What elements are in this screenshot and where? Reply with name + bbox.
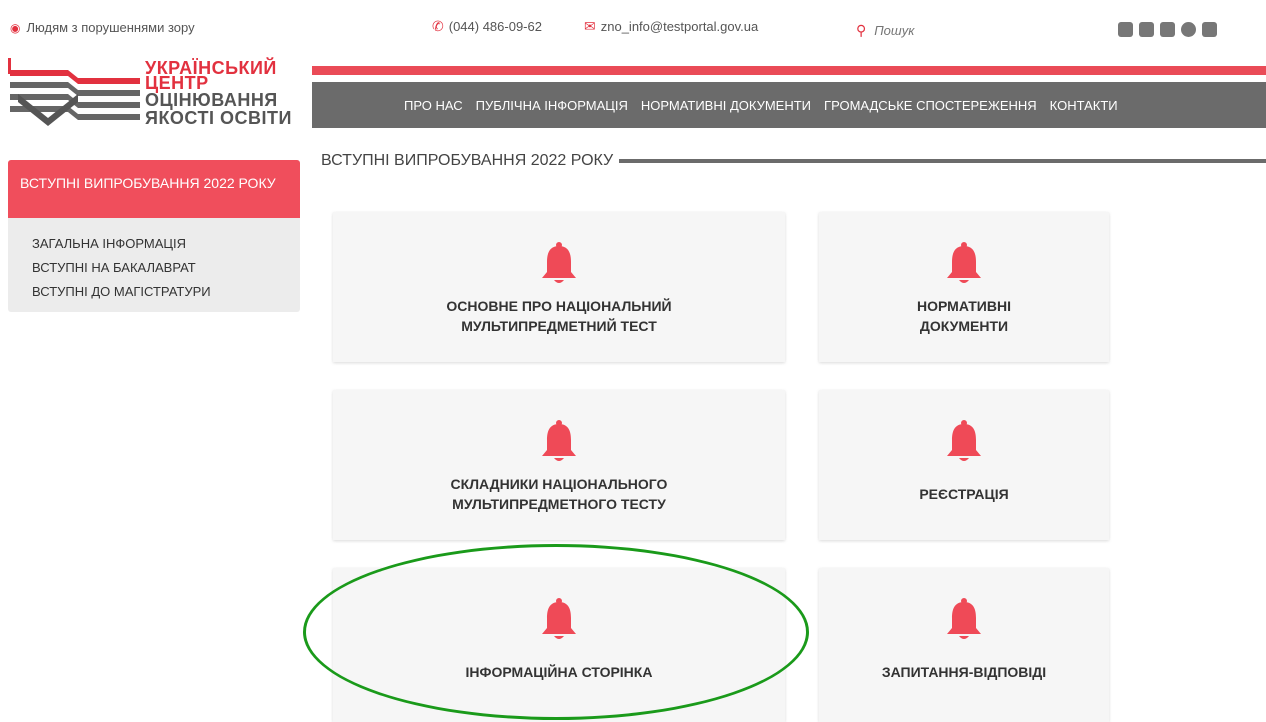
- youtube-icon[interactable]: [1202, 22, 1217, 37]
- sidebar-item-master[interactable]: ВСТУПНІ ДО МАГІСТРАТУРИ: [32, 280, 211, 304]
- nav-item-about[interactable]: ПРО НАС: [404, 98, 463, 113]
- card-label: ОСНОВНЕ ПРО НАЦІОНАЛЬНИЙ МУЛЬТИПРЕДМЕТНИ…: [333, 296, 785, 336]
- top-utility-bar: ◉ Людям з порушеннями зору ✆ (044) 486-0…: [0, 0, 1266, 50]
- facebook-icon[interactable]: [1160, 22, 1175, 37]
- header-accent-bar: [312, 66, 1266, 75]
- phone-number: (044) 486-09-62: [448, 19, 542, 34]
- search-icon[interactable]: ⚲: [856, 22, 866, 39]
- sidebar-item-general-info[interactable]: ЗАГАЛЬНА ІНФОРМАЦІЯ: [32, 232, 211, 256]
- card-info-page[interactable]: ІНФОРМАЦІЙНА СТОРІНКА: [333, 568, 785, 722]
- card-label-line-1: РЕЄСТРАЦІЯ: [919, 486, 1009, 502]
- main-navigation: ПРО НАС ПУБЛІЧНА ІНФОРМАЦІЯ НОРМАТИВНІ Д…: [312, 82, 1266, 128]
- card-regulatory-docs[interactable]: НОРМАТИВНІ ДОКУМЕНТИ: [819, 212, 1109, 362]
- bell-icon: [947, 420, 981, 461]
- card-label: РЕЄСТРАЦІЯ: [819, 484, 1109, 504]
- page-title: ВСТУПНІ ВИПРОБУВАННЯ 2022 РОКУ: [321, 152, 614, 169]
- card-registration[interactable]: РЕЄСТРАЦІЯ: [819, 390, 1109, 540]
- social-links: [1118, 22, 1217, 37]
- card-label: НОРМАТИВНІ ДОКУМЕНТИ: [819, 296, 1109, 336]
- bell-icon: [542, 420, 576, 461]
- card-faq[interactable]: ЗАПИТАННЯ-ВІДПОВІДІ: [819, 568, 1109, 722]
- search-box: ⚲: [856, 19, 1056, 41]
- site-logo[interactable]: УКРАЇНСЬКИЙ ЦЕНТР ОЦІНЮВАННЯ ЯКОСТІ ОСВІ…: [8, 58, 308, 128]
- accessibility-label: Людям з порушеннями зору: [26, 20, 195, 35]
- card-nmt-basics[interactable]: ОСНОВНЕ ПРО НАЦІОНАЛЬНИЙ МУЛЬТИПРЕДМЕТНИ…: [333, 212, 785, 362]
- card-label-line-1: ЗАПИТАННЯ-ВІДПОВІДІ: [881, 664, 1047, 680]
- card-nmt-components[interactable]: СКЛАДНИКИ НАЦІОНАЛЬНОГО МУЛЬТИПРЕДМЕТНОГ…: [333, 390, 785, 540]
- bell-icon: [542, 242, 576, 283]
- envelope-icon: ✉: [584, 18, 596, 34]
- search-input[interactable]: [874, 22, 1045, 38]
- card-label: ІНФОРМАЦІЙНА СТОРІНКА: [333, 662, 785, 682]
- email-address: zno_info@testportal.gov.ua: [600, 19, 759, 34]
- card-label-line-1: ОСНОВНЕ ПРО НАЦІОНАЛЬНИЙ: [446, 298, 672, 314]
- card-label: СКЛАДНИКИ НАЦІОНАЛЬНОГО МУЛЬТИПРЕДМЕТНОГ…: [333, 474, 785, 514]
- logo-line-3: ОЦІНЮВАННЯ: [145, 90, 278, 110]
- title-divider: [619, 159, 1266, 163]
- instagram-icon[interactable]: [1139, 22, 1154, 37]
- telegram-icon[interactable]: [1181, 22, 1196, 37]
- eye-icon: ◉: [10, 20, 21, 35]
- card-label-line-2: ДОКУМЕНТИ: [919, 318, 1009, 334]
- nav-item-public-info[interactable]: ПУБЛІЧНА ІНФОРМАЦІЯ: [476, 98, 628, 113]
- bell-icon: [542, 598, 576, 639]
- card-label-line-1: СКЛАДНИКИ НАЦІОНАЛЬНОГО: [450, 476, 668, 492]
- logo-line-4: ЯКОСТІ ОСВІТИ: [145, 108, 292, 128]
- nav-item-regulatory-docs[interactable]: НОРМАТИВНІ ДОКУМЕНТИ: [641, 98, 811, 113]
- nav-item-public-observation[interactable]: ГРОМАДСЬКЕ СПОСТЕРЕЖЕННЯ: [824, 98, 1037, 113]
- sidebar: ВСТУПНІ ВИПРОБУВАННЯ 2022 РОКУ ЗАГАЛЬНА …: [8, 160, 300, 312]
- bell-icon: [947, 598, 981, 639]
- section-header: ВСТУПНІ ВИПРОБУВАННЯ 2022 РОКУ: [321, 150, 1266, 172]
- accessibility-link[interactable]: ◉ Людям з порушеннями зору: [10, 20, 195, 35]
- sidebar-item-bachelor[interactable]: ВСТУПНІ НА БАКАЛАВРАТ: [32, 256, 211, 280]
- card-label-line-2: МУЛЬТИПРЕДМЕТНИЙ ТЕСТ: [461, 318, 657, 334]
- card-label-line-1: ІНФОРМАЦІЙНА СТОРІНКА: [465, 664, 653, 680]
- bell-icon: [947, 242, 981, 283]
- email-contact[interactable]: ✉ zno_info@testportal.gov.ua: [584, 18, 758, 35]
- phone-icon: ✆: [432, 18, 444, 34]
- phone-contact[interactable]: ✆ (044) 486-09-62: [432, 18, 542, 35]
- logo-book-icon: [8, 58, 140, 126]
- card-label-line-2: МУЛЬТИПРЕДМЕТНОГО ТЕСТУ: [452, 496, 666, 512]
- card-label-line-1: НОРМАТИВНІ: [917, 298, 1011, 314]
- card-label: ЗАПИТАННЯ-ВІДПОВІДІ: [819, 662, 1109, 682]
- rss-icon[interactable]: [1118, 22, 1133, 37]
- sidebar-item-active[interactable]: ВСТУПНІ ВИПРОБУВАННЯ 2022 РОКУ: [8, 160, 300, 218]
- nav-item-contacts[interactable]: КОНТАКТИ: [1050, 98, 1118, 113]
